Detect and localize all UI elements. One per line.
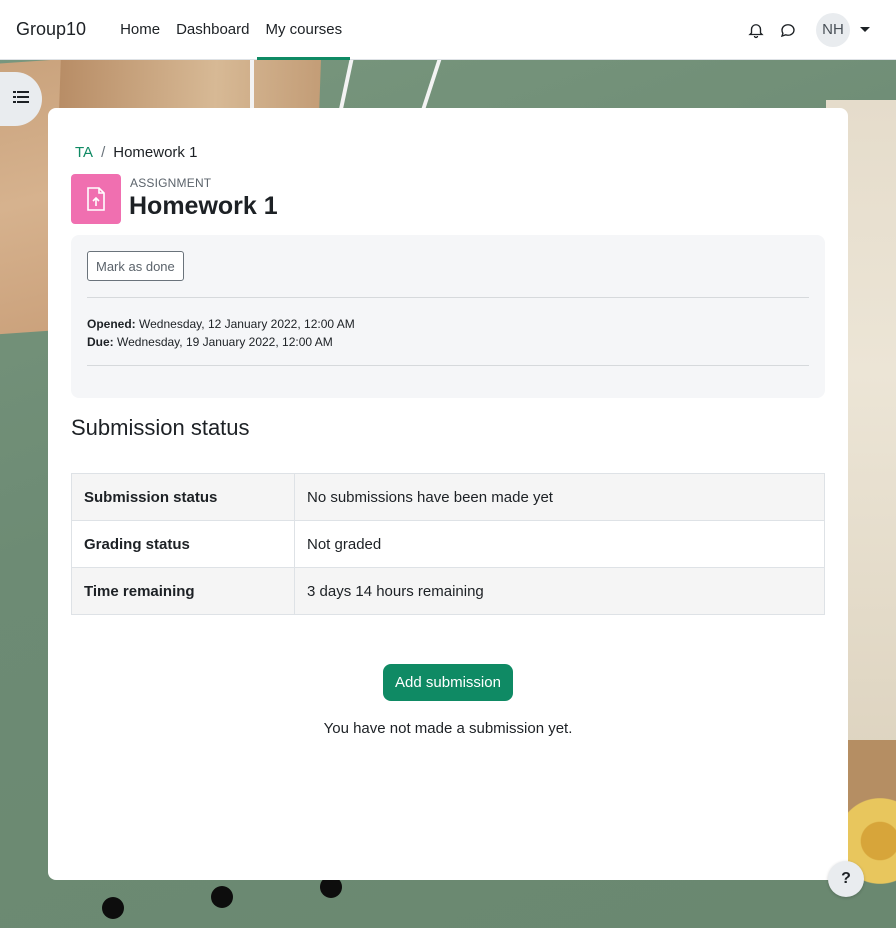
file-upload-icon [71, 174, 121, 224]
background-dot [211, 886, 233, 908]
help-button[interactable]: ? [828, 861, 864, 897]
list-icon [13, 90, 29, 109]
breadcrumb: TA / Homework 1 [75, 144, 197, 161]
breadcrumb-course-link[interactable]: TA [75, 144, 93, 161]
bell-icon[interactable] [740, 14, 772, 46]
opened-date: Opened: Wednesday, 12 January 2022, 12:0… [87, 317, 355, 331]
due-date: Due: Wednesday, 19 January 2022, 12:00 A… [87, 335, 333, 349]
table-row: Submission status No submissions have be… [71, 473, 825, 521]
add-submission-button[interactable]: Add submission [383, 664, 513, 701]
no-submission-message: You have not made a submission yet. [323, 720, 573, 737]
background-dot [102, 897, 124, 919]
background-lines [250, 58, 450, 113]
mark-as-done-button[interactable]: Mark as done [87, 251, 184, 281]
activity-information: Mark as done Opened: Wednesday, 12 Janua… [71, 235, 825, 398]
user-avatar[interactable]: NH [816, 12, 850, 47]
row-label: Submission status [71, 473, 295, 521]
nav-my-courses[interactable]: My courses [257, 0, 350, 60]
breadcrumb-separator: / [101, 144, 106, 161]
activity-dates: Opened: Wednesday, 12 January 2022, 12:0… [87, 315, 355, 351]
site-brand[interactable]: Group10 [16, 19, 86, 40]
row-value: Not graded [294, 520, 825, 568]
row-label: Time remaining [71, 567, 295, 615]
submission-status-heading: Submission status [71, 415, 250, 440]
breadcrumb-current: Homework 1 [113, 144, 198, 161]
table-row: Time remaining 3 days 14 hours remaining [71, 567, 825, 615]
chevron-down-icon[interactable] [860, 27, 870, 32]
row-label: Grading status [71, 520, 295, 568]
row-value: 3 days 14 hours remaining [294, 567, 825, 615]
nav-right: NH [740, 12, 870, 47]
page-title: Homework 1 [129, 192, 278, 220]
row-value: No submissions have been made yet [294, 473, 825, 521]
divider [87, 365, 809, 366]
divider [87, 297, 809, 298]
nav-home[interactable]: Home [112, 0, 168, 60]
nav-dashboard[interactable]: Dashboard [168, 0, 257, 60]
table-row: Grading status Not graded [71, 520, 825, 568]
chat-icon[interactable] [772, 14, 804, 46]
submission-status-table: Submission status No submissions have be… [71, 473, 825, 615]
activity-type-label: ASSIGNMENT [130, 176, 212, 190]
top-navbar: Group10 Home Dashboard My courses NH [0, 0, 896, 60]
main-content-card: TA / Homework 1 ASSIGNMENT Homework 1 Ma… [48, 108, 848, 880]
